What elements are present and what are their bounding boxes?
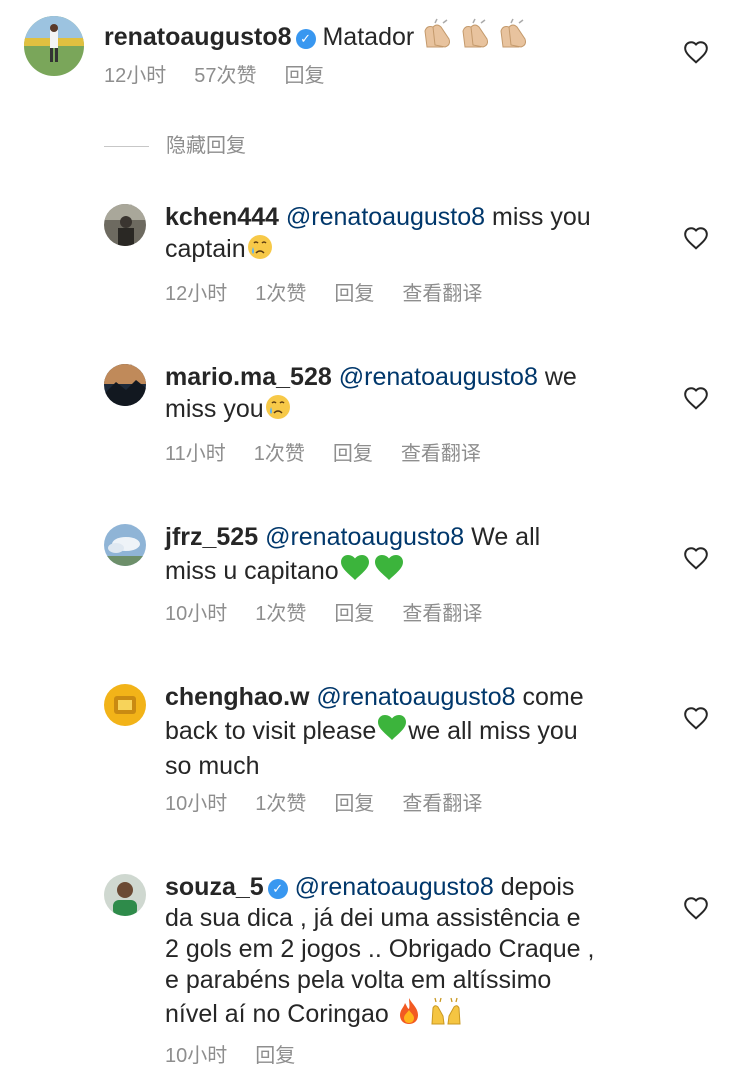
clapping-hands-emoji-icon bbox=[421, 17, 533, 57]
verified-badge-icon: ✓ bbox=[295, 29, 316, 49]
reply-text: mario.ma_528 @renatoaugusto8 we miss you bbox=[165, 362, 665, 429]
reply-jfrz-525: jfrz_525 @renatoaugusto8 We all miss u c… bbox=[0, 506, 750, 636]
see-translation-button[interactable]: 查看翻译 bbox=[402, 602, 482, 626]
reply-body: e parabéns pela volta em altíssimo bbox=[165, 966, 552, 994]
timestamp: 10小时 bbox=[165, 1045, 228, 1067]
like-count[interactable]: 1次赞 bbox=[255, 792, 306, 816]
see-translation-button[interactable]: 查看翻译 bbox=[402, 792, 482, 816]
reply-meta: 10小时 1次赞 回复 查看翻译 bbox=[165, 602, 482, 626]
heart-outline-icon[interactable] bbox=[683, 896, 709, 920]
reply-text: chenghao.w @renatoaugusto8 come back to … bbox=[165, 682, 665, 782]
hide-replies-label[interactable]: 隐藏回复 bbox=[166, 134, 246, 158]
mention-link[interactable]: @renatoaugusto8 bbox=[295, 873, 494, 901]
like-count[interactable]: 1次赞 bbox=[255, 282, 306, 306]
reply-button[interactable]: 回复 bbox=[285, 64, 325, 88]
heart-outline-icon[interactable] bbox=[683, 386, 709, 410]
crying-face-emoji-icon bbox=[246, 233, 274, 269]
reply-meta: 12小时 1次赞 回复 查看翻译 bbox=[165, 282, 482, 306]
reply-body: da sua dica , já dei uma assistência e bbox=[165, 904, 581, 932]
reply-button[interactable]: 回复 bbox=[334, 282, 374, 306]
avatar-mario-ma-528[interactable] bbox=[104, 364, 146, 406]
reply-meta: 10小时 1次赞 回复 查看翻译 bbox=[165, 792, 482, 816]
mention-link[interactable]: @renatoaugusto8 bbox=[286, 203, 485, 231]
reply-body: miss u capitano bbox=[165, 557, 339, 585]
see-translation-button[interactable]: 查看翻译 bbox=[401, 442, 481, 466]
reply-button[interactable]: 回复 bbox=[255, 1044, 295, 1068]
verified-badge-icon: ✓ bbox=[267, 879, 288, 899]
username[interactable]: chenghao.w bbox=[165, 683, 309, 711]
comment-text: renatoaugusto8 ✓ Matador bbox=[104, 17, 533, 57]
reply-body: we bbox=[544, 363, 577, 391]
like-count[interactable]: 57次赞 bbox=[194, 64, 256, 88]
like-count[interactable]: 1次赞 bbox=[255, 602, 306, 626]
heart-outline-icon[interactable] bbox=[683, 546, 709, 570]
reply-chenghao-w: chenghao.w @renatoaugusto8 come back to … bbox=[0, 666, 750, 826]
avatar-souza-5[interactable] bbox=[104, 874, 146, 916]
heart-outline-icon[interactable] bbox=[683, 226, 709, 250]
reply-body: we all miss you bbox=[408, 717, 578, 745]
reply-text: kchen444 @renatoaugusto8 miss you captai… bbox=[165, 202, 665, 269]
reply-kchen444: kchen444 @renatoaugusto8 miss you captai… bbox=[0, 186, 750, 316]
crying-face-emoji-icon bbox=[264, 393, 292, 429]
username[interactable]: mario.ma_528 bbox=[165, 363, 332, 391]
timestamp: 11小时 bbox=[165, 443, 226, 465]
reply-button[interactable]: 回复 bbox=[334, 602, 374, 626]
reply-meta: 11小时 1次赞 回复 查看翻译 bbox=[165, 442, 481, 466]
mention-link[interactable]: @renatoaugusto8 bbox=[316, 683, 515, 711]
heart-outline-icon[interactable] bbox=[683, 706, 709, 730]
reply-body: miss you bbox=[492, 203, 591, 231]
reply-body: 2 gols em 2 jogos .. Obrigado Craque , bbox=[165, 935, 595, 963]
avatar-kchen444[interactable] bbox=[104, 204, 146, 246]
like-count[interactable]: 1次赞 bbox=[254, 442, 305, 466]
see-translation-button[interactable]: 查看翻译 bbox=[402, 282, 482, 306]
reply-body: captain bbox=[165, 235, 246, 263]
heart-outline-icon[interactable] bbox=[683, 40, 709, 64]
reply-body: come bbox=[522, 683, 584, 711]
mention-link[interactable]: @renatoaugusto8 bbox=[265, 523, 464, 551]
timestamp: 10小时 bbox=[165, 603, 228, 625]
username[interactable]: renatoaugusto8 bbox=[104, 23, 292, 51]
mention-link[interactable]: @renatoaugusto8 bbox=[339, 363, 538, 391]
reply-body: nível aí no Coringao bbox=[165, 1000, 389, 1028]
comment-meta: 12小时 57次赞 回复 bbox=[104, 64, 325, 88]
reply-body: miss you bbox=[165, 395, 264, 423]
reply-button[interactable]: 回复 bbox=[333, 442, 373, 466]
avatar-chenghao-w[interactable] bbox=[104, 684, 146, 726]
reply-text: souza_5 ✓ @renatoaugusto8 depois da sua d… bbox=[165, 872, 685, 1034]
reply-button[interactable]: 回复 bbox=[334, 792, 374, 816]
username[interactable]: souza_5 bbox=[165, 873, 264, 901]
username[interactable]: kchen444 bbox=[165, 203, 279, 231]
comment-body: Matador bbox=[322, 23, 415, 51]
reply-body: so much bbox=[165, 752, 260, 780]
fire-emoji-icon bbox=[396, 996, 422, 1034]
comment-main: renatoaugusto8 ✓ Matador 12小时 57次赞 回复 bbox=[0, 0, 750, 100]
reply-body: back to visit please bbox=[165, 717, 377, 745]
timestamp: 12小时 bbox=[104, 65, 167, 87]
avatar-renatoaugusto8[interactable] bbox=[24, 16, 84, 76]
raising-hands-emoji-icon bbox=[429, 996, 463, 1034]
reply-meta: 10小时 回复 bbox=[165, 1044, 295, 1068]
timestamp: 12小时 bbox=[165, 283, 228, 305]
reply-mario-ma-528: mario.ma_528 @renatoaugusto8 we miss you… bbox=[0, 346, 750, 476]
green-heart-emoji-icon bbox=[339, 553, 407, 591]
username[interactable]: jfrz_525 bbox=[165, 523, 258, 551]
avatar-jfrz-525[interactable] bbox=[104, 524, 146, 566]
reply-souza-5: souza_5 ✓ @renatoaugusto8 depois da sua d… bbox=[0, 856, 750, 1082]
divider-line bbox=[104, 146, 149, 147]
reply-body: depois bbox=[500, 873, 575, 901]
reply-body: We all bbox=[471, 523, 541, 551]
green-heart-emoji-icon bbox=[376, 713, 408, 751]
reply-text: jfrz_525 @renatoaugusto8 We all miss u c… bbox=[165, 522, 665, 591]
timestamp: 10小时 bbox=[165, 793, 228, 815]
